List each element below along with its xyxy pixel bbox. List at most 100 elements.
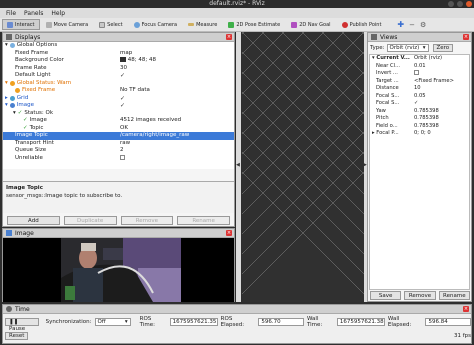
tool-select[interactable]: Select xyxy=(94,19,127,30)
checkbox[interactable]: ✓ xyxy=(118,72,234,80)
zero-button[interactable]: Zero xyxy=(432,43,454,52)
sync-value: Off xyxy=(97,319,106,325)
row-value[interactable]: raw xyxy=(118,140,234,148)
reset-button[interactable]: Reset xyxy=(5,332,29,340)
tree-row-queue-size[interactable]: Queue Size 2 xyxy=(3,147,234,155)
tree-row-fixed-frame[interactable]: Fixed Frame map xyxy=(3,50,234,58)
tree-row-default-light[interactable]: Default Light ✓ xyxy=(3,72,234,80)
remove-display-button[interactable]: Remove xyxy=(120,216,174,225)
remove-view-button[interactable]: Remove xyxy=(404,291,436,300)
checkbox[interactable] xyxy=(414,70,469,78)
tool-focus-camera[interactable]: Focus Camera xyxy=(129,19,183,30)
expand-arrow-icon[interactable]: ▾ xyxy=(5,102,8,110)
expand-arrow-icon[interactable]: ▸ xyxy=(372,130,375,136)
tool-pose-estimate[interactable]: 2D Pose Estimate xyxy=(223,19,285,30)
wall-elapsed-label: Wall Elapsed: xyxy=(387,316,412,328)
tree-row-background-color[interactable]: Background Color 48; 48; 48 xyxy=(3,57,234,65)
sync-select[interactable]: Off ▾ xyxy=(94,318,131,326)
row-value[interactable]: 0.785398 xyxy=(414,115,469,123)
displays-tree[interactable]: ▾ Global Options Fixed Frame map Backgroun… xyxy=(3,42,234,169)
select-icon xyxy=(99,21,106,28)
row-value[interactable]: 0.05 xyxy=(414,93,469,101)
tree-row-image[interactable]: ▾ Image ✓ xyxy=(3,102,234,110)
duplicate-display-button[interactable]: Duplicate xyxy=(63,216,117,225)
view-row-pitch[interactable]: Pitch 0.785398 xyxy=(370,115,469,123)
close-icon[interactable] xyxy=(466,1,472,7)
view-row-yaw[interactable]: Yaw 0.785398 xyxy=(370,108,469,116)
tool-nav-goal[interactable]: 2D Nav Goal xyxy=(286,19,335,30)
tool-label: Interact xyxy=(15,21,35,28)
rename-display-button[interactable]: Rename xyxy=(177,216,230,225)
view-row-focal-point[interactable]: ▸ Focal P... 0; 0; 0 xyxy=(370,130,469,138)
add-tool-plus-icon[interactable]: ✚ xyxy=(397,20,404,29)
tree-row-fixed-frame-status[interactable]: Fixed Frame No TF data xyxy=(3,87,234,95)
menu-file[interactable]: File xyxy=(6,10,16,17)
tool-measure[interactable]: Measure xyxy=(183,19,222,30)
tree-row-topic-status[interactable]: ✓ Topic OK xyxy=(3,125,234,133)
tool-move-camera[interactable]: Move Camera xyxy=(41,19,94,30)
tool-settings-icon[interactable]: ⚙ xyxy=(420,21,426,29)
tree-row-global-options[interactable]: ▾ Global Options xyxy=(3,42,234,50)
row-value[interactable]: 10 xyxy=(414,85,469,93)
tree-row-image-topic[interactable]: Image Topic/camera/right/image_raw xyxy=(3,132,234,140)
view-row-distance[interactable]: Distance 10 xyxy=(370,85,469,93)
view-type-select[interactable]: Orbit (rviz) ▾ xyxy=(386,43,429,52)
description-title: Image Topic xyxy=(6,185,43,191)
row-value[interactable]: 30 xyxy=(118,65,234,73)
close-panel-icon[interactable]: × xyxy=(463,34,469,40)
view-row-current[interactable]: ▾ Current V... Orbit (rviz) xyxy=(370,55,469,63)
tool-publish-point[interactable]: Publish Point xyxy=(337,19,387,30)
tree-row-transport-hint[interactable]: Transport Hint raw xyxy=(3,140,234,148)
checkbox[interactable]: ✓ xyxy=(118,102,234,110)
checkbox[interactable]: ✓ xyxy=(414,100,469,108)
row-value[interactable]: 0.01 xyxy=(414,63,469,71)
collapse-left-icon[interactable]: ◀ xyxy=(236,162,240,168)
row-value[interactable]: 48; 48; 48 xyxy=(118,57,234,65)
view-row-focal-shape[interactable]: Focal S... ✓ xyxy=(370,100,469,108)
checkbox[interactable] xyxy=(118,154,234,163)
tree-row-unreliable[interactable]: Unreliable xyxy=(3,154,234,163)
view-row-near-clip[interactable]: Near Cl... 0.01 xyxy=(370,63,469,71)
tree-row-status-ok[interactable]: ▾ ✓ Status: Ok xyxy=(3,110,234,118)
tree-row-grid[interactable]: ▸ Grid ✓ xyxy=(3,95,234,103)
row-value: 4512 images received xyxy=(120,117,182,123)
rename-view-button[interactable]: Rename xyxy=(438,291,470,300)
close-panel-icon[interactable]: × xyxy=(463,306,469,312)
tree-row-image-status[interactable]: ✓ Image 4512 images received xyxy=(3,117,234,125)
view-row-invert[interactable]: Invert ... xyxy=(370,70,469,78)
expand-arrow-icon[interactable]: ▾ xyxy=(5,42,8,50)
expand-arrow-icon[interactable]: ▸ xyxy=(5,95,8,103)
view-row-field-of-view[interactable]: Field o... 0.785398 xyxy=(370,123,469,131)
pause-button[interactable]: ❚❚ Pause xyxy=(5,318,39,332)
expand-arrow-icon[interactable]: ▾ xyxy=(5,80,8,88)
row-value[interactable]: /camera/right/image_raw xyxy=(118,132,234,140)
row-value xyxy=(118,110,234,118)
expand-arrow-icon[interactable]: ▾ xyxy=(372,55,375,61)
row-value[interactable]: <Fixed Frame> xyxy=(414,78,469,86)
tool-interact[interactable]: Interact xyxy=(2,19,40,30)
maximize-icon[interactable] xyxy=(457,1,463,7)
row-value[interactable]: 0.785398 xyxy=(414,108,469,116)
row-key: Queue Size xyxy=(15,147,47,153)
checkbox[interactable]: ✓ xyxy=(118,95,234,103)
minimize-icon[interactable] xyxy=(448,1,454,7)
view-row-focal-size[interactable]: Focal S... 0.05 xyxy=(370,93,469,101)
row-value[interactable]: 0.785398 xyxy=(414,123,469,131)
close-panel-icon[interactable]: × xyxy=(226,230,232,236)
expand-arrow-icon[interactable]: ▾ xyxy=(13,110,16,118)
views-tree[interactable]: ▾ Current V... Orbit (rviz) Near Cl... 0.0… xyxy=(369,54,470,290)
view-row-target[interactable]: Target ... <Fixed Frame> xyxy=(370,78,469,86)
menu-help[interactable]: Help xyxy=(51,10,65,17)
menu-panels[interactable]: Panels xyxy=(24,10,43,17)
row-value[interactable]: 0; 0; 0 xyxy=(414,130,469,138)
row-value[interactable]: 2 xyxy=(118,147,234,155)
add-display-button[interactable]: Add xyxy=(7,216,60,225)
remove-tool-minus-icon[interactable]: − xyxy=(409,21,415,29)
row-value[interactable]: map xyxy=(118,50,234,58)
render-3d-view[interactable] xyxy=(242,32,364,302)
left-splitter[interactable]: ◀ xyxy=(236,32,241,302)
tree-row-global-status[interactable]: ▾ Global Status: Warn xyxy=(3,80,234,88)
close-panel-icon[interactable]: × xyxy=(226,34,232,40)
tree-row-frame-rate[interactable]: Frame Rate 30 xyxy=(3,65,234,73)
save-view-button[interactable]: Save xyxy=(370,291,402,300)
